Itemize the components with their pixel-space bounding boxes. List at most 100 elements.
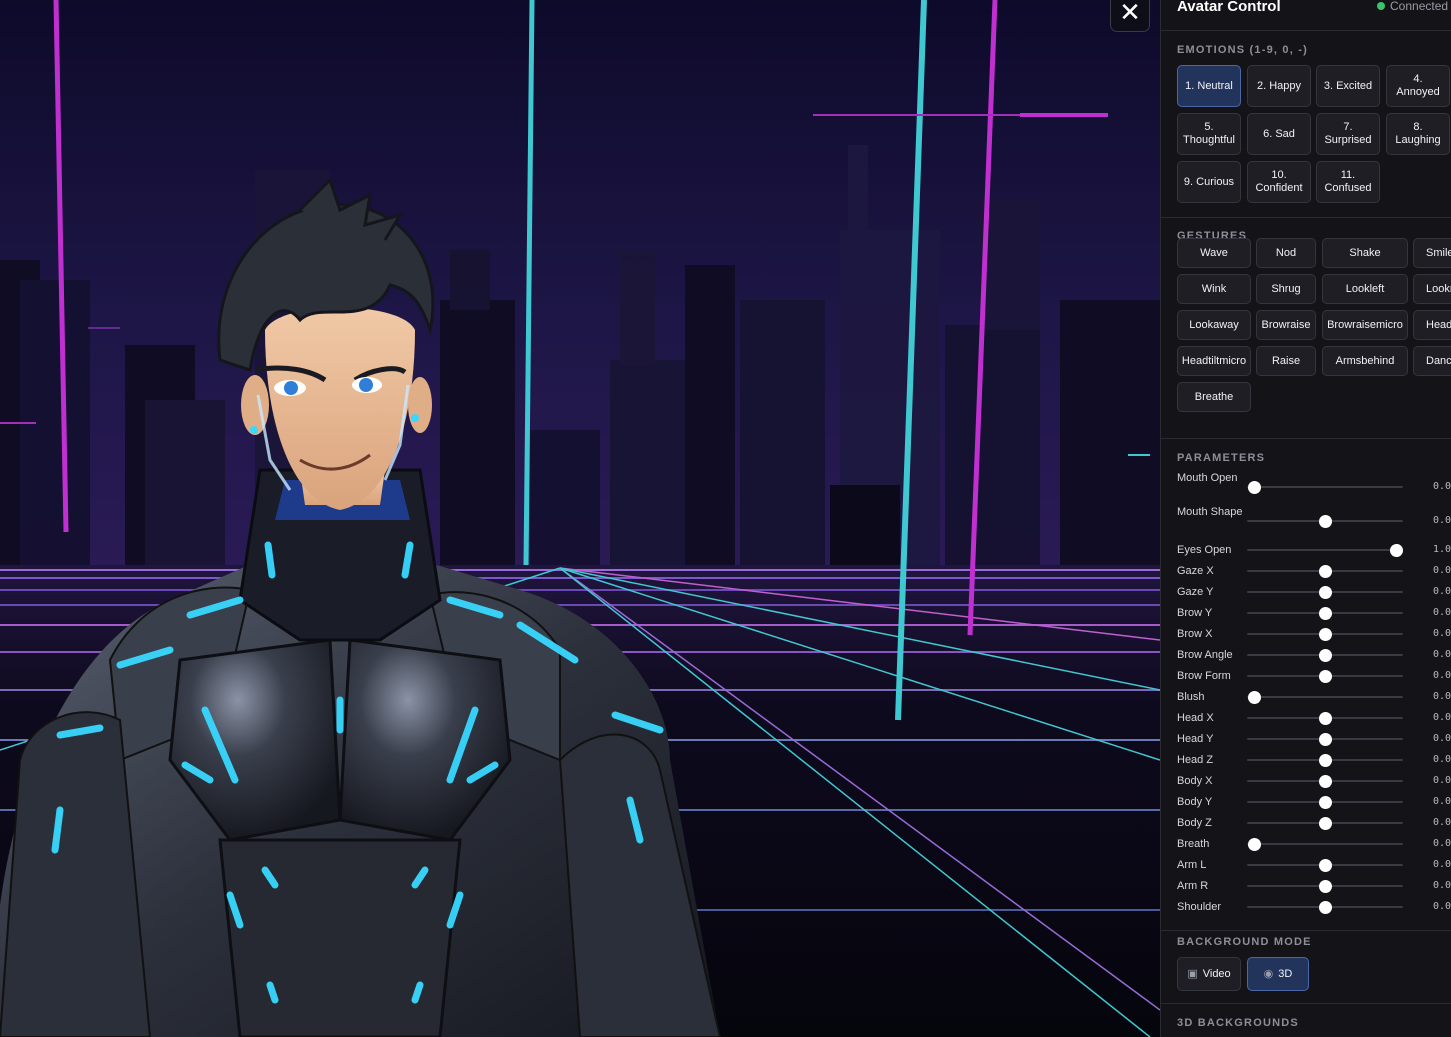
gesture-button-raise[interactable]: Raise — [1256, 346, 1316, 376]
param-slider-thumb[interactable] — [1318, 900, 1332, 914]
param-slider[interactable] — [1247, 858, 1403, 872]
gesture-button-lookaway[interactable]: Lookaway — [1177, 310, 1251, 340]
backgrounds-3d-section: 3D BACKGROUNDS — [1161, 1004, 1451, 1037]
background-mode-label: BACKGROUND MODE — [1177, 936, 1312, 948]
param-row-brow-angle: Brow Angle 0.0 — [1177, 647, 1451, 667]
param-slider[interactable] — [1247, 879, 1403, 893]
param-slider-thumb[interactable] — [1389, 543, 1403, 557]
param-slider-thumb[interactable] — [1318, 627, 1332, 641]
param-label: Brow X — [1177, 628, 1213, 640]
emotion-button-9[interactable]: 9. Curious — [1177, 161, 1241, 203]
close-button[interactable]: ✕ — [1110, 0, 1150, 32]
param-row-mouth-shape: Mouth Shape 0.0 — [1177, 506, 1451, 528]
emotion-button-7[interactable]: 7. Surprised — [1316, 113, 1380, 155]
param-label: Head Z — [1177, 754, 1214, 766]
param-slider-thumb[interactable] — [1318, 669, 1332, 683]
param-slider[interactable] — [1247, 690, 1403, 704]
param-label: Gaze X — [1177, 565, 1214, 577]
connection-status: Connected — [1377, 0, 1448, 13]
param-slider-thumb[interactable] — [1318, 648, 1332, 662]
panel-header: Avatar Control Connected — [1161, 0, 1451, 31]
param-value: 0.0 — [1433, 859, 1451, 870]
param-slider-thumb[interactable] — [1318, 514, 1332, 528]
param-slider[interactable] — [1247, 627, 1403, 641]
param-label: Head X — [1177, 712, 1214, 724]
emotion-button-5[interactable]: 5. Thoughtful — [1177, 113, 1241, 155]
param-value: 0.0 — [1433, 838, 1451, 849]
param-slider-thumb[interactable] — [1318, 732, 1332, 746]
background-mode-3d-button[interactable]: ◉ 3D — [1247, 957, 1309, 991]
param-value: 0.0 — [1433, 733, 1451, 744]
gesture-button-headtilt[interactable]: Headtilt — [1413, 310, 1451, 340]
param-slider[interactable] — [1247, 732, 1403, 746]
emotion-button-4[interactable]: 4. Annoyed — [1386, 65, 1450, 107]
param-slider[interactable] — [1247, 711, 1403, 725]
background-mode-video-button[interactable]: ▣ Video — [1177, 957, 1241, 991]
param-slider[interactable] — [1247, 585, 1403, 599]
param-slider-thumb[interactable] — [1318, 774, 1332, 788]
emotion-button-6[interactable]: 6. Sad — [1247, 113, 1311, 155]
param-slider-thumb[interactable] — [1318, 879, 1332, 893]
param-slider[interactable] — [1247, 816, 1403, 830]
emotion-button-1[interactable]: 1. Neutral — [1177, 65, 1241, 107]
param-slider[interactable] — [1247, 669, 1403, 683]
param-label: Gaze Y — [1177, 586, 1214, 598]
param-slider-thumb[interactable] — [1247, 690, 1261, 704]
emotion-button-10[interactable]: 10. Confident — [1247, 161, 1311, 203]
gesture-button-lookleft[interactable]: Lookleft — [1322, 274, 1408, 304]
gesture-button-browraise[interactable]: Browraise — [1256, 310, 1316, 340]
gesture-button-breathe[interactable]: Breathe — [1177, 382, 1251, 412]
emotion-button-2[interactable]: 2. Happy — [1247, 65, 1311, 107]
scene-canvas — [0, 0, 1160, 1037]
param-slider[interactable] — [1247, 543, 1403, 557]
gesture-button-wink[interactable]: Wink — [1177, 274, 1251, 304]
param-slider-thumb[interactable] — [1318, 795, 1332, 809]
param-row-arm-r: Arm R 0.0 — [1177, 878, 1451, 898]
emotions-section: EMOTIONS (1-9, 0, -) 1. Neutral 2. Happy 3… — [1161, 31, 1451, 218]
param-slider-thumb[interactable] — [1318, 711, 1332, 725]
gesture-button-nod[interactable]: Nod — [1256, 238, 1316, 268]
gesture-button-browraisemicro[interactable]: Browraisemicro — [1322, 310, 1408, 340]
param-slider[interactable] — [1247, 795, 1403, 809]
param-row-head-x: Head X 0.0 — [1177, 710, 1451, 730]
param-value: 0.0 — [1433, 880, 1451, 891]
gesture-button-headtiltmicro[interactable]: Headtiltmicro — [1177, 346, 1251, 376]
emotion-button-11[interactable]: 11. Confused — [1316, 161, 1380, 203]
param-slider[interactable] — [1247, 774, 1403, 788]
param-slider[interactable] — [1247, 514, 1403, 528]
param-slider-thumb[interactable] — [1318, 606, 1332, 620]
gamepad-icon: ◉ — [1263, 967, 1274, 980]
close-icon: ✕ — [1119, 0, 1141, 27]
gesture-button-shake[interactable]: Shake — [1322, 238, 1408, 268]
param-slider[interactable] — [1247, 753, 1403, 767]
emotion-button-8[interactable]: 8. Laughing — [1386, 113, 1450, 155]
param-slider[interactable] — [1247, 648, 1403, 662]
param-slider-thumb[interactable] — [1318, 585, 1332, 599]
param-slider[interactable] — [1247, 564, 1403, 578]
gesture-button-armsbehind[interactable]: Armsbehind — [1322, 346, 1408, 376]
param-label: Brow Form — [1177, 670, 1231, 682]
gesture-button-lookright[interactable]: Lookright — [1413, 274, 1451, 304]
param-label: Eyes Open — [1177, 544, 1232, 556]
param-slider[interactable] — [1247, 900, 1403, 914]
gesture-button-shrug[interactable]: Shrug — [1256, 274, 1316, 304]
param-slider-thumb[interactable] — [1318, 816, 1332, 830]
param-slider[interactable] — [1247, 480, 1403, 494]
gesture-button-dance[interactable]: Dance — [1413, 346, 1451, 376]
param-value: 0.0 — [1433, 515, 1451, 526]
param-slider-thumb[interactable] — [1318, 753, 1332, 767]
param-row-blush: Blush 0.0 — [1177, 689, 1451, 709]
gesture-button-wave[interactable]: Wave — [1177, 238, 1251, 268]
param-label: Head Y — [1177, 733, 1214, 745]
param-slider[interactable] — [1247, 606, 1403, 620]
param-value: 0.0 — [1433, 628, 1451, 639]
param-slider-thumb[interactable] — [1247, 837, 1261, 851]
emotion-button-3[interactable]: 3. Excited — [1316, 65, 1380, 107]
param-value: 0.0 — [1433, 901, 1451, 912]
param-slider[interactable] — [1247, 837, 1403, 851]
param-slider-thumb[interactable] — [1318, 564, 1332, 578]
param-slider-thumb[interactable] — [1318, 858, 1332, 872]
param-slider-thumb[interactable] — [1247, 480, 1261, 494]
gestures-section: GESTURES Wave Nod Shake Smile Wink Shrug Lookl… — [1161, 218, 1451, 439]
gesture-button-smile[interactable]: Smile — [1413, 238, 1451, 268]
